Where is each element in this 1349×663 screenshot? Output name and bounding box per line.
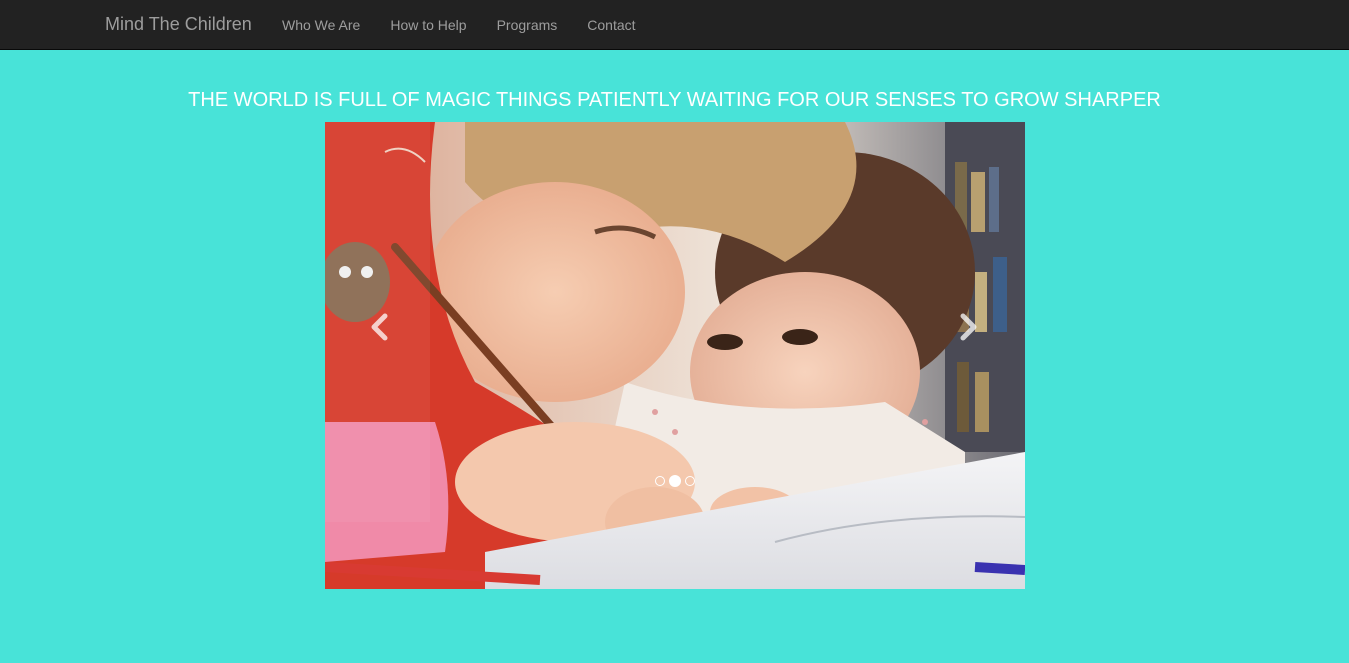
- chevron-right-icon: [960, 313, 977, 341]
- main-content: THE WORLD IS FULL OF MAGIC THINGS PATIEN…: [0, 50, 1349, 663]
- nav-item-programs[interactable]: Programs: [482, 0, 573, 50]
- carousel-indicator-1[interactable]: [655, 476, 665, 486]
- carousel-indicators: [325, 475, 1025, 487]
- nav-menu: Who We Are How to Help Programs Contact: [267, 0, 651, 50]
- top-navbar: Mind The Children Who We Are How to Help…: [0, 0, 1349, 50]
- nav-item-who-we-are[interactable]: Who We Are: [267, 0, 375, 50]
- carousel-slide-image: [325, 122, 1025, 589]
- nav-item-contact[interactable]: Contact: [572, 0, 650, 50]
- brand-link[interactable]: Mind The Children: [105, 14, 252, 34]
- nav-item-how-to-help[interactable]: How to Help: [375, 0, 481, 50]
- chevron-left-icon: [371, 313, 388, 341]
- hero-headline: THE WORLD IS FULL OF MAGIC THINGS PATIEN…: [188, 89, 1161, 111]
- image-carousel: [325, 122, 1025, 589]
- carousel-next-control[interactable]: [953, 312, 983, 342]
- carousel-indicator-2[interactable]: [669, 475, 681, 487]
- carousel-prev-control[interactable]: [365, 312, 395, 342]
- carousel-indicator-3[interactable]: [685, 476, 695, 486]
